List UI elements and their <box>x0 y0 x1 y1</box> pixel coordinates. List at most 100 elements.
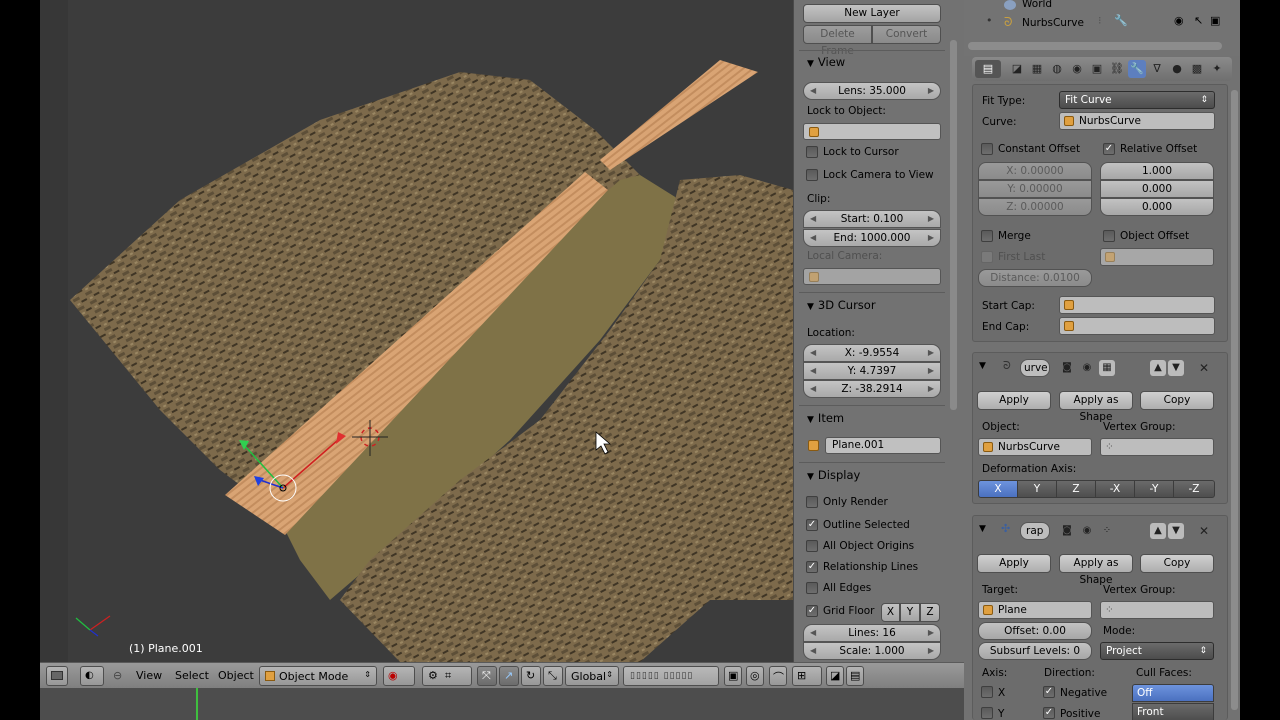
properties-scrollbar[interactable] <box>1231 90 1238 710</box>
relationship-lines-checkbox[interactable]: ✓ <box>806 561 818 573</box>
render-icon[interactable]: ▣ <box>1210 14 1220 27</box>
first-last-checkbox[interactable] <box>981 251 993 263</box>
editor-type-button[interactable]: ▤ <box>975 60 1001 78</box>
cull-off-option[interactable]: Off <box>1132 684 1214 702</box>
physics-tab-icon[interactable]: ✦ <box>1208 60 1226 78</box>
snap-element-dropdown[interactable]: ⊞ <box>792 666 822 686</box>
relative-offset-checkbox[interactable]: ✓ <box>1103 143 1115 155</box>
render-anim-button[interactable]: ▤ <box>846 666 864 686</box>
modifiers-tab-icon[interactable]: 🔧 <box>1128 60 1146 78</box>
target-field[interactable]: Plane <box>978 601 1092 619</box>
3d-viewport[interactable]: (1) Plane.001 <box>40 0 793 662</box>
layers-tab-icon[interactable]: ▦ <box>1028 60 1046 78</box>
collapse-triangle-icon[interactable]: ▼ <box>979 361 986 371</box>
new-layer-button[interactable]: New Layer <box>803 4 941 23</box>
curve-apply-button[interactable]: Apply <box>977 391 1051 410</box>
offset-object-field[interactable] <box>1100 248 1214 266</box>
lock-to-cursor-checkbox[interactable] <box>806 146 818 158</box>
axis-y-button[interactable]: Y <box>1017 480 1057 498</box>
orientation-dropdown[interactable]: Global ⇕ <box>565 666 619 686</box>
world-tab-icon[interactable]: ◉ <box>1068 60 1086 78</box>
positive-checkbox[interactable]: ✓ <box>1043 707 1055 719</box>
close-icon[interactable]: ✕ <box>1196 360 1212 376</box>
pivot-dropdown[interactable]: ⚙ ⌗ <box>422 666 472 686</box>
object-tab-icon[interactable]: ▣ <box>1088 60 1106 78</box>
all-object-origins-checkbox[interactable] <box>806 540 818 552</box>
manipulator-toggle[interactable]: ⤧ <box>477 666 497 686</box>
curve-copy-button[interactable]: Copy <box>1140 391 1214 410</box>
axis-neg-y-button[interactable]: -Y <box>1134 480 1174 498</box>
start-cap-field[interactable] <box>1059 296 1215 314</box>
shading-dropdown[interactable]: ◉ <box>383 666 415 686</box>
axis-z-button[interactable]: Z <box>1056 480 1096 498</box>
rotate-toggle[interactable]: ↻ <box>521 666 541 686</box>
grid-z-toggle[interactable]: Z <box>920 603 940 622</box>
cull-front-option[interactable]: Front <box>1132 703 1214 720</box>
merge-checkbox[interactable] <box>981 230 993 242</box>
axis-neg-z-button[interactable]: -Z <box>1173 480 1215 498</box>
const-x-field[interactable]: X: 0.00000 <box>978 162 1092 180</box>
cursor-section-header[interactable]: ▼ 3D Cursor <box>807 298 876 312</box>
material-tab-icon[interactable]: ● <box>1168 60 1186 78</box>
mode-dropdown[interactable]: Project ⇕ <box>1100 642 1214 660</box>
shrinkwrap-vertex-group-field[interactable]: ⁘ <box>1100 601 1214 619</box>
outliner-nurbscurve[interactable]: NurbsCurve <box>1022 17 1084 29</box>
fit-type-dropdown[interactable]: Fit Curve ⇕ <box>1059 91 1215 109</box>
clip-end-field[interactable]: ◀ End: 1000.000 ▶ <box>803 229 941 247</box>
move-down-icon[interactable]: ▼ <box>1168 360 1184 376</box>
view-sphere-button[interactable]: ◐ <box>80 666 104 686</box>
shrinkwrap-apply-button[interactable]: Apply <box>977 554 1051 573</box>
sidebar-scrollbar[interactable] <box>950 40 957 410</box>
move-up-icon[interactable]: ▲ <box>1150 360 1166 376</box>
curve-vertex-group-field[interactable]: ⁘ <box>1100 438 1214 456</box>
rel-y-field[interactable]: 0.000 <box>1100 180 1214 198</box>
distance-field[interactable]: Distance: 0.0100 <box>978 269 1092 287</box>
cursor-z-field[interactable]: ◀ Z: -38.2914 ▶ <box>803 380 941 398</box>
editor-type-button[interactable] <box>46 666 68 686</box>
curve-modifier-name[interactable]: urve <box>1020 359 1050 377</box>
camera-display-icon[interactable]: ◙ <box>1059 523 1075 539</box>
only-render-checkbox[interactable] <box>806 496 818 508</box>
eye-icon[interactable]: ◉ <box>1079 360 1095 376</box>
end-cap-field[interactable] <box>1059 317 1215 335</box>
menu-select[interactable]: Select <box>175 669 209 682</box>
cursor-x-field[interactable]: ◀ X: -9.9554 ▶ <box>803 344 941 362</box>
scene-tab-icon[interactable]: ◍ <box>1048 60 1066 78</box>
axis-neg-x-button[interactable]: -X <box>1095 480 1135 498</box>
shrinkwrap-apply-as-shape-button[interactable]: Apply as Shape <box>1059 554 1133 586</box>
editmode-icon[interactable]: ▦ <box>1099 360 1115 376</box>
collapse-icon[interactable]: ⊖ <box>113 669 122 682</box>
grid-x-toggle[interactable]: X <box>881 603 900 622</box>
view-section-header[interactable]: ▼ View <box>807 55 845 69</box>
object-offset-checkbox[interactable] <box>1103 230 1115 242</box>
lock-object-field[interactable] <box>803 123 941 140</box>
clip-start-field[interactable]: ◀ Start: 0.100 ▶ <box>803 210 941 228</box>
all-edges-checkbox[interactable] <box>806 582 818 594</box>
constant-offset-checkbox[interactable] <box>981 143 993 155</box>
move-up-icon[interactable]: ▲ <box>1150 523 1166 539</box>
negative-checkbox[interactable]: ✓ <box>1043 686 1055 698</box>
scale-toggle[interactable]: ⤡ <box>543 666 563 686</box>
rel-z-field[interactable]: 0.000 <box>1100 198 1214 216</box>
collapse-triangle-icon[interactable]: ▼ <box>979 524 986 534</box>
convert-button[interactable]: Convert <box>872 25 941 44</box>
close-icon[interactable]: ✕ <box>1196 523 1212 539</box>
lens-field[interactable]: ◀ Lens: 35.000 ▶ <box>803 82 941 100</box>
render-button[interactable]: ◪ <box>826 666 844 686</box>
editmode-icon[interactable]: ⁘ <box>1099 523 1115 539</box>
lock-layers-button[interactable]: ▣ <box>724 666 742 686</box>
curve-field[interactable]: NurbsCurve <box>1059 112 1215 130</box>
menu-view[interactable]: View <box>136 669 162 682</box>
curve-apply-as-shape-button[interactable]: Apply as Shape <box>1059 391 1133 423</box>
delete-frame-button[interactable]: Delete Frame <box>803 25 872 57</box>
local-camera-field[interactable] <box>803 268 941 285</box>
cursor-icon[interactable]: ↖ <box>1194 14 1203 27</box>
constraints-tab-icon[interactable]: ⛓ <box>1108 60 1126 78</box>
display-section-header[interactable]: ▼ Display <box>807 468 860 482</box>
subsurf-levels-field[interactable]: Subsurf Levels: 0 <box>978 642 1092 660</box>
grid-floor-checkbox[interactable]: ✓ <box>806 605 818 617</box>
data-tab-icon[interactable]: ∇ <box>1148 60 1166 78</box>
current-frame-marker[interactable] <box>196 688 198 720</box>
rel-x-field[interactable]: 1.000 <box>1100 162 1214 180</box>
camera-display-icon[interactable]: ◙ <box>1059 360 1075 376</box>
